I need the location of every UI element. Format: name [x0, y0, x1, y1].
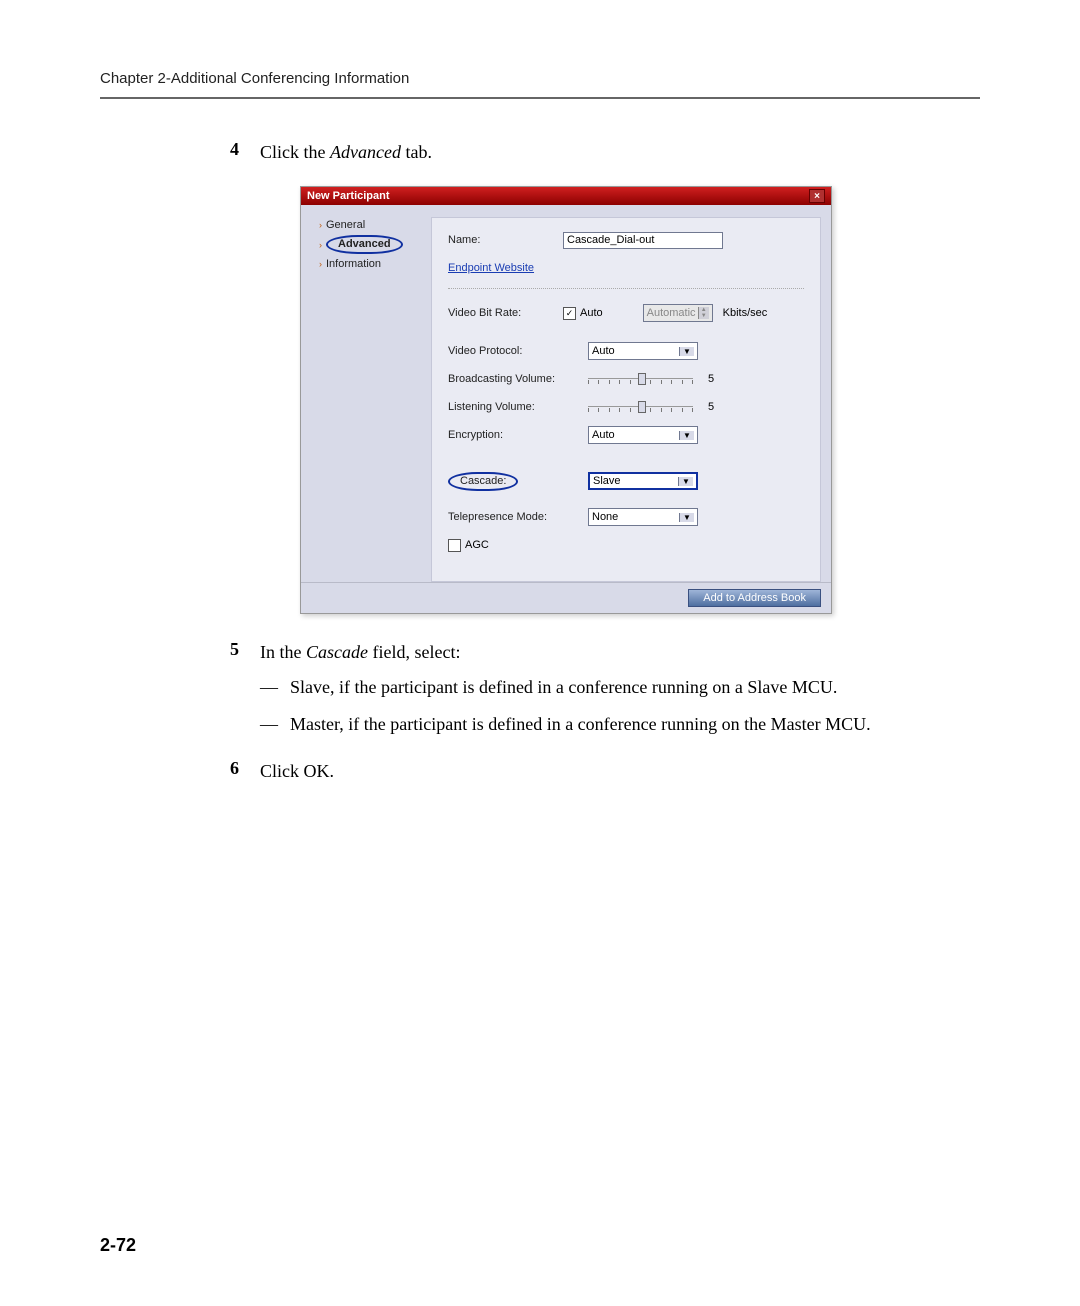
kbits-label: Kbits/sec — [723, 307, 768, 319]
step-5-number: 5 — [230, 639, 239, 660]
advanced-callout: Advanced — [326, 235, 403, 254]
broadcasting-volume-slider[interactable] — [588, 373, 693, 385]
agc-checkbox[interactable] — [448, 539, 461, 552]
listening-volume-label: Listening Volume: — [448, 401, 588, 413]
step-5-prefix: In the — [260, 642, 306, 662]
step-5-text: In the Cascade field, select: — [260, 639, 980, 666]
step-4-text: Click the Advanced tab. — [260, 139, 980, 166]
close-icon[interactable]: × — [809, 189, 825, 203]
name-label: Name: — [448, 234, 563, 246]
step-6-text: Click OK. — [260, 758, 980, 785]
telepresence-value: None — [592, 511, 618, 523]
sidebar-item-label: General — [326, 219, 365, 231]
auto-checkbox[interactable]: ✓ — [563, 307, 576, 320]
dialog-title: New Participant — [307, 190, 390, 202]
chevron-right-icon: › — [319, 220, 322, 230]
dialog-bottom-bar: Add to Address Book — [301, 582, 831, 613]
cascade-value: Slave — [593, 475, 621, 487]
encryption-select[interactable]: Auto ▼ — [588, 426, 698, 444]
dialog-titlebar: New Participant × — [301, 187, 831, 205]
chevron-down-icon: ▼ — [678, 477, 693, 486]
broadcasting-volume-label: Broadcasting Volume: — [448, 373, 588, 385]
agc-label: AGC — [465, 539, 489, 551]
chevron-right-icon: › — [319, 240, 322, 250]
step-5-bullets: Slave, if the participant is defined in … — [260, 674, 980, 738]
telepresence-label: Telepresence Mode: — [448, 511, 588, 523]
sidebar-item-label: Information — [326, 258, 381, 270]
add-to-address-book-button[interactable]: Add to Address Book — [688, 589, 821, 607]
sidebar-item-general[interactable]: › General — [319, 219, 425, 231]
page-number: 2-72 — [100, 1235, 136, 1256]
step-5-italic: Cascade — [306, 642, 368, 662]
bitrate-spinner[interactable]: Automatic ▲▼ — [643, 304, 713, 322]
sidebar-item-information[interactable]: › Information — [319, 258, 425, 270]
step-4-number: 4 — [230, 139, 239, 160]
video-protocol-label: Video Protocol: — [448, 345, 588, 357]
step-4-prefix: Click the — [260, 142, 330, 162]
sidebar-item-label: Advanced — [338, 238, 391, 250]
new-participant-dialog: New Participant × › General › Advanced ›… — [300, 186, 832, 614]
sidebar-item-advanced[interactable]: › Advanced — [319, 235, 425, 254]
bullet-rest: , if the participant is defined in a con… — [339, 714, 870, 734]
name-input[interactable]: Cascade_Dial-out — [563, 232, 723, 249]
chevron-down-icon: ▼ — [679, 513, 694, 522]
dialog-sidebar: › General › Advanced › Information — [301, 205, 431, 582]
bullet-bold: Master — [290, 714, 339, 734]
auto-checkbox-label: Auto — [580, 307, 603, 319]
cascade-select[interactable]: Slave ▼ — [588, 472, 698, 490]
header-rule — [100, 97, 980, 99]
section-divider — [448, 288, 804, 289]
step-5-suffix: field, select: — [368, 642, 460, 662]
telepresence-select[interactable]: None ▼ — [588, 508, 698, 526]
step-4-italic: Advanced — [330, 142, 401, 162]
bullet-bold: Slave — [290, 677, 330, 697]
video-bitrate-label: Video Bit Rate: — [448, 307, 563, 319]
dialog-main-panel: Name: Cascade_Dial-out Endpoint Website … — [431, 217, 821, 582]
chevron-right-icon: › — [319, 259, 322, 269]
chevron-down-icon: ▼ — [679, 347, 694, 356]
broadcasting-volume-value: 5 — [708, 373, 714, 385]
listening-volume-value: 5 — [708, 401, 714, 413]
endpoint-website-link[interactable]: Endpoint Website — [448, 262, 534, 274]
encryption-label: Encryption: — [448, 429, 588, 441]
chapter-header: Chapter 2-Additional Conferencing Inform… — [100, 70, 980, 87]
listening-volume-slider[interactable] — [588, 401, 693, 413]
step-4-suffix: tab. — [401, 142, 432, 162]
bullet-slave: Slave, if the participant is defined in … — [290, 674, 980, 701]
step-6-number: 6 — [230, 758, 239, 779]
cascade-callout: Cascade: — [448, 472, 518, 491]
bullet-rest: , if the participant is defined in a con… — [330, 677, 837, 697]
spin-down-icon[interactable]: ▼ — [698, 313, 709, 319]
video-protocol-value: Auto — [592, 345, 615, 357]
chevron-down-icon: ▼ — [679, 431, 694, 440]
bullet-master: Master, if the participant is defined in… — [290, 711, 980, 738]
cascade-label: Cascade: — [460, 475, 506, 487]
video-protocol-select[interactable]: Auto ▼ — [588, 342, 698, 360]
bitrate-value: Automatic — [647, 307, 696, 319]
encryption-value: Auto — [592, 429, 615, 441]
